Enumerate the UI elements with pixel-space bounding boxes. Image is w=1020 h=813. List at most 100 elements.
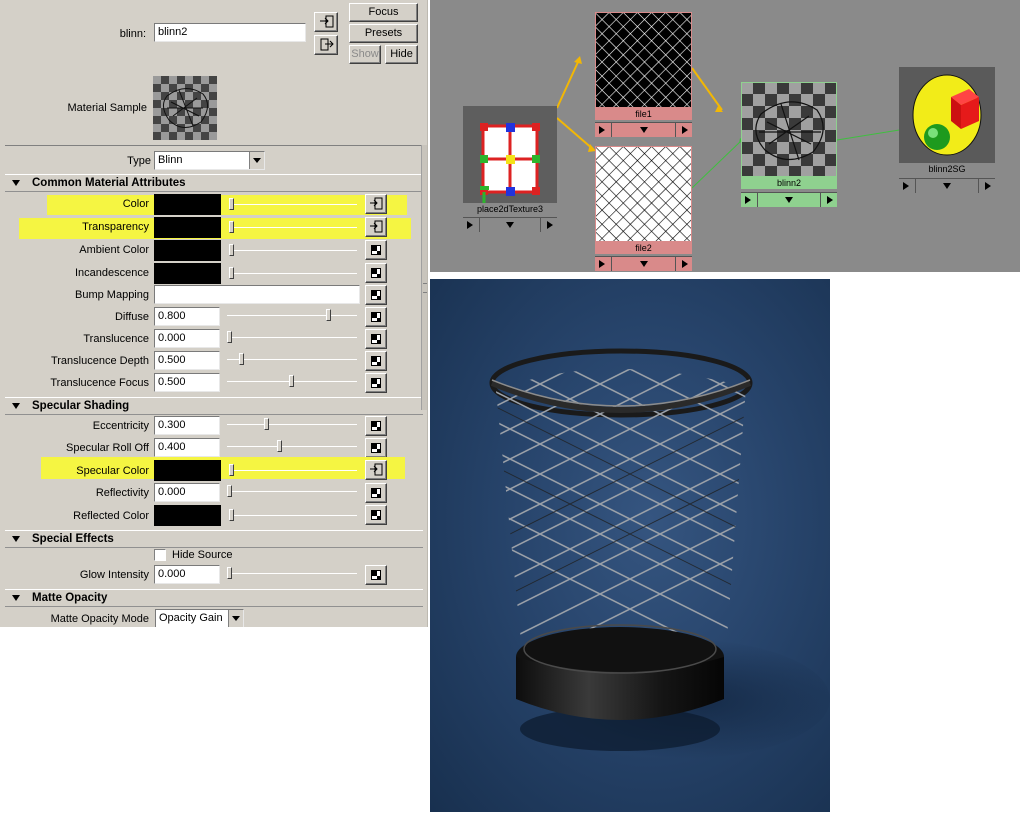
- diffuse-field[interactable]: 0.800: [154, 307, 220, 326]
- specular-roll-off-field[interactable]: 0.400: [154, 438, 220, 457]
- node-port-bar[interactable]: [463, 217, 557, 232]
- diffuse-slider[interactable]: [227, 315, 357, 316]
- ambient-color-swatch[interactable]: [154, 240, 221, 261]
- section-matte-opacity[interactable]: Matte Opacity: [5, 589, 423, 607]
- color-map-button[interactable]: [365, 194, 387, 214]
- node-place2dtexture[interactable]: place2dTexture3: [463, 106, 557, 234]
- input-port-icon[interactable]: [599, 260, 605, 268]
- translucence-slider-thumb[interactable]: [227, 331, 232, 343]
- specular-roll-off-slider-thumb[interactable]: [276, 440, 282, 452]
- expand-arrow-icon[interactable]: [506, 222, 514, 228]
- specular-color-slider-thumb[interactable]: [229, 464, 234, 476]
- node-blinn2sg[interactable]: blinn2SG: [899, 67, 995, 194]
- section-common-material-attributes[interactable]: Common Material Attributes: [5, 174, 423, 192]
- reflectivity-field[interactable]: 0.000: [154, 483, 220, 502]
- color-swatch[interactable]: [154, 194, 221, 215]
- specular-roll-off-map-button[interactable]: [365, 438, 387, 458]
- diffuse-slider-thumb[interactable]: [326, 309, 332, 321]
- section-special-effects[interactable]: Special Effects: [5, 530, 423, 548]
- node-blinn2[interactable]: blinn2: [741, 82, 837, 209]
- translucence-depth-map-button[interactable]: [365, 351, 387, 371]
- output-port-icon[interactable]: [547, 221, 553, 229]
- type-dropdown[interactable]: Blinn: [154, 151, 265, 170]
- translucence-focus-map-button[interactable]: [365, 373, 387, 393]
- node-port-bar[interactable]: [899, 178, 995, 193]
- input-port-icon[interactable]: [745, 196, 751, 204]
- bump-mapping-map-button[interactable]: [365, 285, 387, 305]
- material-name-field[interactable]: blinn2: [154, 23, 306, 42]
- input-connections-button[interactable]: [314, 12, 338, 32]
- color-slider-thumb[interactable]: [229, 198, 234, 210]
- output-port-icon[interactable]: [682, 260, 688, 268]
- bump-mapping-field[interactable]: [154, 285, 360, 304]
- translucence-focus-slider-thumb[interactable]: [289, 375, 294, 387]
- output-port-icon[interactable]: [682, 126, 688, 134]
- show-button-label: Show: [351, 48, 379, 60]
- specular-roll-off-slider[interactable]: [227, 446, 357, 447]
- input-port-icon[interactable]: [467, 221, 473, 229]
- input-port-icon[interactable]: [599, 126, 605, 134]
- presets-button[interactable]: Presets: [349, 24, 418, 43]
- reflected-color-map-button[interactable]: [365, 505, 387, 525]
- focus-button[interactable]: Focus: [349, 3, 418, 22]
- reflectivity-map-button[interactable]: [365, 483, 387, 503]
- hide-source-checkbox[interactable]: [154, 549, 166, 561]
- incandescence-slider-thumb[interactable]: [229, 267, 234, 279]
- glow-intensity-slider-thumb[interactable]: [227, 567, 232, 579]
- input-port-icon[interactable]: [903, 182, 909, 190]
- incandescence-slider[interactable]: [230, 273, 357, 274]
- hide-button[interactable]: Hide: [385, 45, 418, 64]
- incandescence-map-button[interactable]: [365, 263, 387, 283]
- scrollbar-grip[interactable]: [423, 283, 427, 293]
- reflected-color-slider-thumb[interactable]: [229, 509, 234, 521]
- node-port-bar[interactable]: [595, 122, 692, 137]
- translucence-depth-slider[interactable]: [227, 359, 357, 360]
- specular-color-slider[interactable]: [230, 470, 357, 471]
- reflectivity-slider[interactable]: [227, 491, 357, 492]
- translucence-depth-slider-thumb[interactable]: [239, 353, 245, 365]
- diffuse-map-button[interactable]: [365, 307, 387, 327]
- node-file2[interactable]: file2: [595, 146, 692, 272]
- eccentricity-field[interactable]: 0.300: [154, 416, 220, 435]
- transparency-map-button[interactable]: [365, 217, 387, 237]
- glow-intensity-slider[interactable]: [227, 573, 357, 574]
- transparency-swatch[interactable]: [154, 217, 221, 238]
- translucence-focus-field[interactable]: 0.500: [154, 373, 220, 392]
- ambient-color-slider-thumb[interactable]: [229, 244, 234, 256]
- section-specular-shading[interactable]: Specular Shading: [5, 397, 423, 415]
- transparency-slider-thumb[interactable]: [229, 221, 234, 233]
- glow-intensity-field[interactable]: 0.000: [154, 565, 220, 584]
- node-port-bar[interactable]: [595, 256, 692, 271]
- transparency-slider[interactable]: [230, 227, 357, 228]
- attribute-editor-scrollbar[interactable]: [421, 145, 427, 410]
- reflected-color-slider[interactable]: [230, 515, 357, 516]
- specular-color-swatch[interactable]: [154, 460, 221, 481]
- output-connections-button[interactable]: [314, 35, 338, 55]
- eccentricity-slider-thumb[interactable]: [264, 418, 270, 430]
- translucence-depth-field[interactable]: 0.500: [154, 351, 220, 370]
- node-file1[interactable]: file1: [595, 12, 692, 139]
- color-slider[interactable]: [230, 204, 357, 205]
- glow-intensity-map-button[interactable]: [365, 565, 387, 585]
- matte-opacity-mode-dropdown[interactable]: Opacity Gain: [155, 609, 244, 627]
- ambient-color-map-button[interactable]: [365, 240, 387, 260]
- expand-arrow-icon[interactable]: [785, 197, 793, 203]
- translucence-map-button[interactable]: [365, 329, 387, 349]
- translucence-slider[interactable]: [227, 337, 357, 338]
- incandescence-swatch[interactable]: [154, 263, 221, 284]
- show-button[interactable]: Show: [349, 45, 381, 64]
- reflected-color-swatch[interactable]: [154, 505, 221, 526]
- node-port-bar[interactable]: [741, 192, 837, 207]
- expand-arrow-icon[interactable]: [639, 127, 648, 133]
- specular-color-map-button[interactable]: [365, 460, 387, 480]
- output-port-icon[interactable]: [827, 196, 833, 204]
- expand-arrow-icon[interactable]: [639, 261, 648, 267]
- expand-arrow-icon[interactable]: [943, 183, 951, 189]
- translucence-field[interactable]: 0.000: [154, 329, 220, 348]
- output-port-icon[interactable]: [985, 182, 991, 190]
- reflectivity-slider-thumb[interactable]: [227, 485, 232, 497]
- eccentricity-map-button[interactable]: [365, 416, 387, 436]
- eccentricity-slider[interactable]: [227, 424, 357, 425]
- ambient-color-slider[interactable]: [230, 250, 357, 251]
- checker-map-icon: [371, 268, 381, 278]
